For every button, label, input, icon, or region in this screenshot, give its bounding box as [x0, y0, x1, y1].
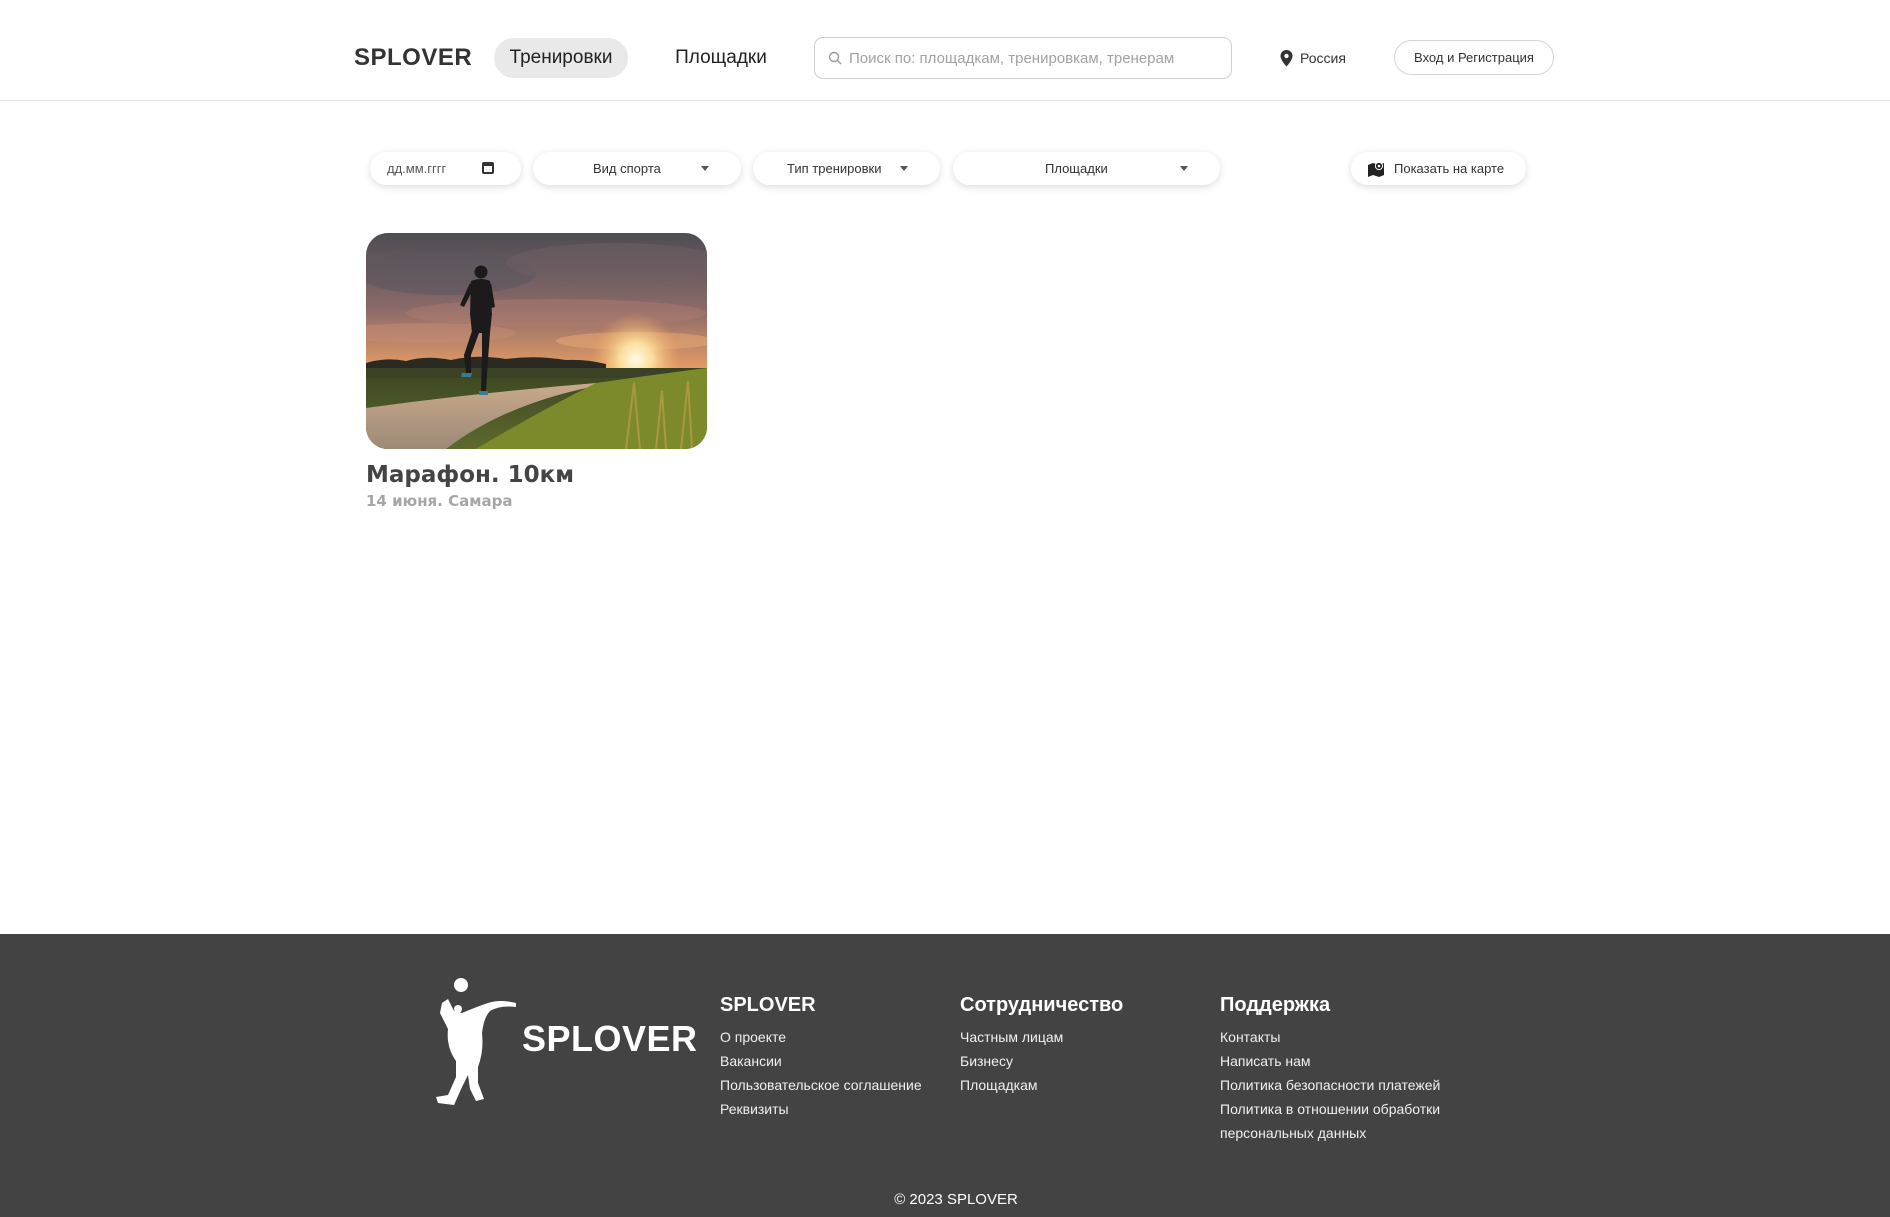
region-label: Россия — [1300, 50, 1346, 66]
nav-tab-trainings[interactable]: Тренировки — [494, 38, 628, 78]
footer-link-individuals[interactable]: Частным лицам — [960, 1025, 1123, 1049]
footer-column-splover: SPLOVER О проекте Вакансии Пользовательс… — [720, 994, 922, 1121]
search-box — [814, 37, 1232, 79]
footer-link-payment-security[interactable]: Политика безопасности платежей — [1220, 1073, 1440, 1097]
training-type-label: Тип тренировки — [787, 161, 882, 176]
footer-column-title: Поддержка — [1220, 994, 1331, 1016]
site-footer: SPLOVER SPLOVER О проекте Вакансии Польз… — [0, 934, 1890, 1217]
chevron-down-icon — [900, 166, 908, 171]
sport-type-dropdown[interactable]: Вид спорта — [533, 152, 741, 185]
footer-link-write-us[interactable]: Написать нам — [1220, 1049, 1440, 1073]
region-selector[interactable]: Россия — [1280, 48, 1346, 68]
site-logo[interactable]: SPLOVER — [354, 44, 472, 72]
search-input[interactable] — [849, 38, 1224, 78]
footer-link-business[interactable]: Бизнесу — [960, 1049, 1123, 1073]
runner-sunset-image — [366, 233, 707, 449]
search-icon — [828, 51, 842, 65]
footer-link-contacts[interactable]: Контакты — [1220, 1025, 1440, 1049]
footer-link-privacy-policy-cont[interactable]: персональных данных — [1220, 1121, 1440, 1145]
date-filter[interactable]: дд.мм.гггг — [370, 152, 521, 185]
footer-link-user-agreement[interactable]: Пользовательское соглашение — [720, 1073, 922, 1097]
training-card[interactable]: Марафон. 10км 14 июня. Самара — [366, 233, 708, 510]
site-header: SPLOVER Тренировки Площадки Россия Вход … — [0, 0, 1890, 101]
calendar-icon[interactable] — [482, 162, 494, 174]
nav-tab-venues[interactable]: Площадки — [660, 38, 782, 78]
copyright-text: © 2023 SPLOVER — [894, 1191, 1018, 1208]
show-on-map-button[interactable]: Показать на карте — [1351, 152, 1526, 185]
footer-link-requisites[interactable]: Реквизиты — [720, 1097, 922, 1121]
show-on-map-label: Показать на карте — [1394, 161, 1505, 176]
footer-link-about[interactable]: О проекте — [720, 1025, 922, 1049]
footer-column-cooperation: Сотрудничество Частным лицам Бизнесу Пло… — [960, 994, 1123, 1097]
footer-brand-name: SPLOVER — [522, 1018, 698, 1059]
venues-dropdown[interactable]: Площадки — [953, 152, 1220, 185]
footer-link-venues[interactable]: Площадкам — [960, 1073, 1123, 1097]
training-title: Марафон. 10км — [366, 462, 575, 488]
map-icon — [1368, 161, 1384, 177]
training-type-dropdown[interactable]: Тип тренировки — [753, 152, 940, 185]
chevron-down-icon — [1180, 166, 1188, 171]
footer-link-privacy-policy[interactable]: Политика в отношении обработки — [1220, 1097, 1440, 1121]
venues-label: Площадки — [1045, 161, 1108, 176]
date-filter-placeholder: дд.мм.гггг — [387, 161, 447, 176]
footer-column-title: SPLOVER — [720, 994, 816, 1016]
chevron-down-icon — [701, 166, 709, 171]
training-date-location: 14 июня. Самара — [366, 492, 513, 510]
training-photo — [366, 233, 707, 449]
footer-link-vacancies[interactable]: Вакансии — [720, 1049, 922, 1073]
sport-type-label: Вид спорта — [593, 161, 661, 176]
footer-column-title: Сотрудничество — [960, 994, 1124, 1016]
location-pin-icon — [1280, 49, 1293, 66]
login-register-button[interactable]: Вход и Регистрация — [1394, 40, 1554, 75]
footer-column-support: Поддержка Контакты Написать нам Политика… — [1220, 994, 1440, 1145]
